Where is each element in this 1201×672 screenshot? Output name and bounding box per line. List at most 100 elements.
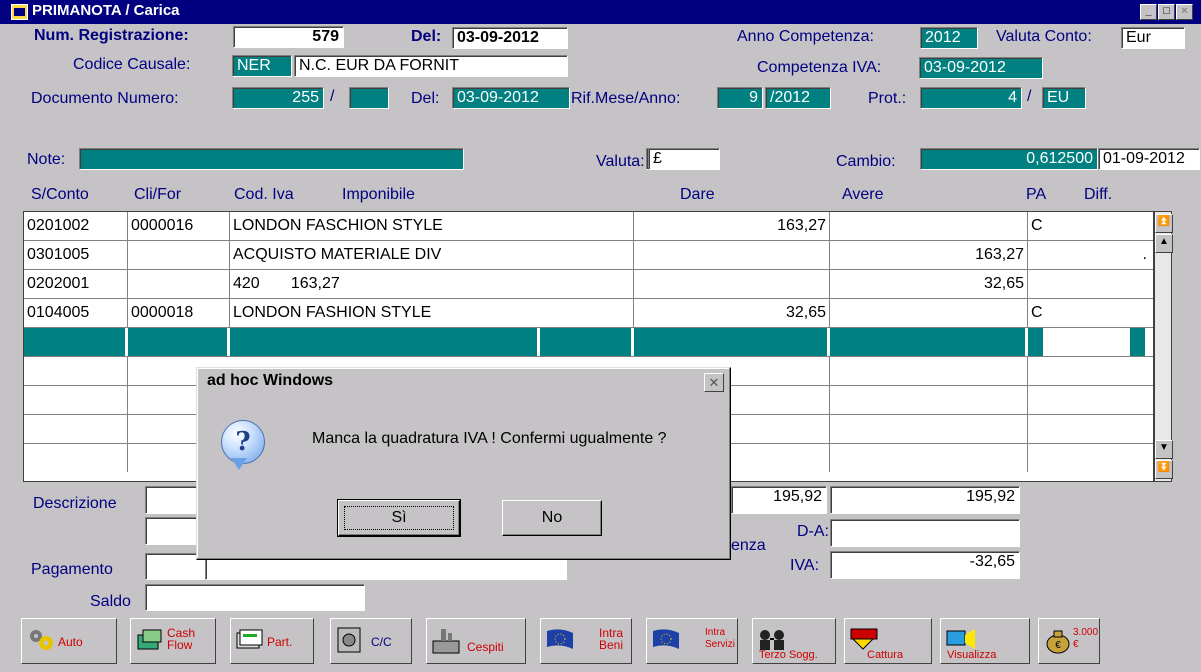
cell-pa[interactable] <box>1028 328 1046 356</box>
totale-avere-field[interactable]: 195,92 <box>830 486 1020 514</box>
cell-dare[interactable] <box>634 241 830 269</box>
cell-conto[interactable] <box>24 415 128 443</box>
prot-slash: / <box>1027 88 1032 105</box>
table-row-selected[interactable] <box>24 328 1153 357</box>
window-titlebar[interactable]: PRIMANOTA / Carica _ □ × <box>0 0 1201 24</box>
cell-clifor[interactable] <box>128 241 230 269</box>
table-row[interactable]: 0104005 0000018 LONDON FASHION STYLE 32,… <box>24 299 1153 328</box>
cell-codiva[interactable] <box>230 328 540 356</box>
num-registrazione-field[interactable]: 579 <box>233 26 344 48</box>
cell-avere[interactable]: 163,27 <box>830 241 1028 269</box>
cell-dare[interactable] <box>634 270 830 298</box>
cell-desc[interactable]: LONDON FASHION STYLE <box>230 299 634 327</box>
totale-dare-field[interactable]: 195,92 <box>731 486 827 514</box>
dialog-titlebar[interactable]: ad hoc Windows ✕ <box>199 370 728 394</box>
toolbar-label: Cash Flow <box>167 626 196 652</box>
cell-conto[interactable]: 0201002 <box>24 212 128 240</box>
del-label: Del: <box>411 28 442 45</box>
toolbar-intra-beni-button[interactable]: Intra Beni <box>540 618 632 664</box>
dialog-close-icon[interactable]: ✕ <box>704 373 724 392</box>
cell-pa[interactable]: C <box>1028 212 1155 240</box>
valuta-conto-field[interactable]: Eur <box>1121 27 1185 49</box>
cell-avere[interactable] <box>830 415 1028 443</box>
toolbar-label: Part. <box>267 635 293 649</box>
cell-clifor[interactable] <box>128 270 230 298</box>
cell-clifor[interactable]: 0000016 <box>128 212 230 240</box>
table-row[interactable]: 0301005 ACQUISTO MATERIALE DIV 163,27 . <box>24 241 1153 270</box>
cell-conto[interactable] <box>24 328 128 356</box>
cell-clifor[interactable] <box>128 328 230 356</box>
yes-button[interactable]: Sì <box>337 499 461 537</box>
cell-avere[interactable] <box>830 299 1028 327</box>
prot-label: Prot.: <box>868 90 907 107</box>
toolbar-cashflow-button[interactable]: Cash Flow <box>130 618 216 664</box>
maximize-icon[interactable]: □ <box>1158 4 1175 20</box>
cell-avere[interactable] <box>830 328 1028 356</box>
cell-dare[interactable] <box>634 328 830 356</box>
differenza-da-field[interactable] <box>830 519 1020 547</box>
anno-competenza-field[interactable]: 2012 <box>920 27 978 49</box>
del-date-field[interactable]: 03-09-2012 <box>452 27 568 49</box>
cell-imponibile[interactable] <box>540 328 634 356</box>
table-row[interactable]: 0201002 0000016 LONDON FASCHION STYLE 16… <box>24 212 1153 241</box>
cell-conto[interactable] <box>24 444 128 472</box>
toolbar-cespiti-button[interactable]: Cespiti <box>426 618 526 664</box>
cell-conto[interactable] <box>24 357 128 385</box>
table-row[interactable]: 0202001 420 163,27 32,65 <box>24 270 1153 299</box>
cell-desc[interactable]: 420 163,27 <box>230 270 634 298</box>
toolbar-intra-servizi-button[interactable]: Intra Servizi <box>646 618 738 664</box>
toolbar-visualizza-button[interactable]: Visualizza <box>940 618 1030 664</box>
cell-pa[interactable]: C <box>1028 299 1155 327</box>
rif-mese-field[interactable]: 9 <box>717 87 763 109</box>
cell-avere[interactable] <box>830 444 1028 472</box>
toolbar-partite-button[interactable]: Part. <box>230 618 314 664</box>
dialog-message: Manca la quadratura IVA ! Confermi ugual… <box>312 430 667 447</box>
grid-scrollbar[interactable]: ⏫ ▲ ▼ ⏬ <box>1154 211 1173 482</box>
cell-diff[interactable]: . <box>1084 241 1150 269</box>
cambio-field[interactable]: 0,612500 <box>920 148 1098 170</box>
no-button[interactable]: No <box>502 500 602 536</box>
prot-suffix-field[interactable]: EU <box>1042 87 1086 109</box>
codice-causale-field[interactable]: NER <box>232 55 292 77</box>
cell-extra[interactable] <box>1130 328 1148 356</box>
saldo-field[interactable] <box>145 584 365 611</box>
documento-del-field[interactable]: 03-09-2012 <box>452 87 570 109</box>
cambio-date-field[interactable]: 01-09-2012 <box>1098 148 1200 170</box>
differenza-iva-field[interactable]: -32,65 <box>830 551 1020 579</box>
close-icon[interactable]: × <box>1176 4 1193 20</box>
cell-pa[interactable] <box>1028 270 1155 298</box>
cell-conto[interactable] <box>24 386 128 414</box>
causale-description-field[interactable]: N.C. EUR DA FORNIT <box>294 55 568 77</box>
prot-field[interactable]: 4 <box>920 87 1022 109</box>
cell-desc[interactable]: ACQUISTO MATERIALE DIV <box>230 241 634 269</box>
toolbar-cattura-button[interactable]: Cattura <box>844 618 932 664</box>
competenza-iva-field[interactable]: 03-09-2012 <box>919 57 1043 79</box>
cell-conto[interactable]: 0202001 <box>24 270 128 298</box>
cell-desc[interactable]: LONDON FASCHION STYLE <box>230 212 634 240</box>
cell-diff[interactable] <box>1046 328 1130 356</box>
scroll-down-icon[interactable]: ▼ <box>1155 440 1173 459</box>
cell-avere[interactable] <box>830 357 1028 385</box>
documento-numero-field[interactable]: 255 <box>232 87 324 109</box>
cell-dare[interactable]: 32,65 <box>634 299 830 327</box>
toolbar-auto-button[interactable]: Auto <box>21 618 117 664</box>
minimize-icon[interactable]: _ <box>1140 4 1157 20</box>
toolbar-terzo-sogg-button[interactable]: Terzo Sogg. <box>752 618 836 664</box>
scroll-up-icon[interactable]: ▲ <box>1155 234 1173 253</box>
valuta-symbol-field[interactable]: £ <box>648 148 720 170</box>
scroll-bottom-icon[interactable]: ⏬ <box>1155 460 1173 479</box>
toolbar-3000-euro-button[interactable]: € 3.000 € <box>1038 618 1100 664</box>
cell-conto[interactable]: 0104005 <box>24 299 128 327</box>
cell-avere[interactable] <box>830 212 1028 240</box>
note-field[interactable] <box>79 148 464 170</box>
cell-conto[interactable]: 0301005 <box>24 241 128 269</box>
documento-serie-field[interactable] <box>349 87 389 109</box>
cell-dare[interactable]: 163,27 <box>634 212 830 240</box>
cell-clifor[interactable]: 0000018 <box>128 299 230 327</box>
cell-avere[interactable] <box>830 386 1028 414</box>
cell-avere[interactable]: 32,65 <box>830 270 1028 298</box>
rif-anno-field[interactable]: /2012 <box>765 87 831 109</box>
toolbar-cc-button[interactable]: C/C <box>330 618 412 664</box>
documento-del-label: Del: <box>411 90 440 107</box>
scroll-top-icon[interactable]: ⏫ <box>1155 214 1173 233</box>
